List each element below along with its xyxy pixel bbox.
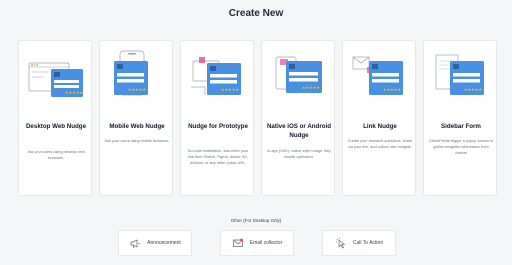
card-link-nudge[interactable]: ★★★★★ Link Nudge Create your research qu… [342,40,416,196]
card-title: Mobile Web Nudge [109,123,165,130]
sidebar-form-illustration: ★★★★★ [435,54,484,95]
email-collector-label: Email collector [249,240,283,246]
card-title: Native iOS or Android Nudge [266,123,332,139]
svg-text:★★★★★: ★★★★★ [464,87,482,92]
other-section-label: Other (For Desktop Only) [230,218,282,223]
nudge-type-cards: ★★★★★ Desktop Web Nudge Ask your users u… [18,40,497,196]
svg-text:★★★★★: ★★★★★ [221,87,239,92]
card-description: Ask your users using desktop web browser… [27,150,85,160]
announcement-button[interactable]: Announcement [118,230,192,256]
card-description: Create your research questions, share vi… [347,139,413,149]
card-title: Link Nudge [363,123,397,130]
call-to-action-label: Call To Action [352,240,384,246]
svg-text:★★★★★: ★★★★★ [65,90,83,95]
card-desktop-web-nudge[interactable]: ★★★★★ Desktop Web Nudge Ask your users u… [18,40,92,196]
card-native-ios-android-nudge[interactable]: ★★★★★ Native iOS or Android Nudge In-app… [261,40,335,196]
prototype-nudge-illustration: ★★★★★ [191,57,241,95]
native-app-nudge-illustration: ★★★★★ [275,56,322,93]
announcement-label: Announcement [147,240,181,246]
card-description: No-code installation. Just enter your li… [187,149,249,165]
cursor-click-icon [335,237,345,249]
card-sidebar-form[interactable]: ★★★★★ Sidebar Form ClickeFeeds trigger a… [423,40,497,196]
card-title: Sidebar Form [441,123,481,130]
call-to-action-button[interactable]: Call To Action [322,230,396,256]
card-description: ClickeFeeds trigger a popup screen to ga… [428,139,494,155]
card-title: Desktop Web Nudge [25,123,87,130]
email-collector-button[interactable]: Email collector [220,230,294,256]
megaphone-icon [130,239,141,249]
card-description: In-app (SDK), native-style nudge, fully … [267,149,331,159]
other-options: Announcement Email collector Call To Act… [118,230,396,256]
card-nudge-for-prototype[interactable]: ★★★★★ Nudge for Prototype No-code instal… [180,40,254,196]
desktop-browser-nudge-illustration: ★★★★★ [28,62,83,97]
card-mobile-web-nudge[interactable]: ★★★★★ Mobile Web Nudge Ask your users us… [99,40,173,196]
link-nudge-illustration: ★★★★★ [352,56,403,95]
svg-text:★★★★★: ★★★★★ [128,87,146,92]
mobile-browser-nudge-illustration: ★★★★★ [114,50,148,96]
card-description: Ask your users using mobile browsers. [104,139,170,143]
envelope-icon [232,238,243,247]
card-title: Nudge for Prototype [188,123,248,130]
svg-text:★★★★★: ★★★★★ [302,85,320,90]
svg-text:★★★★★: ★★★★★ [383,87,401,92]
page-title: Create New [228,8,284,19]
